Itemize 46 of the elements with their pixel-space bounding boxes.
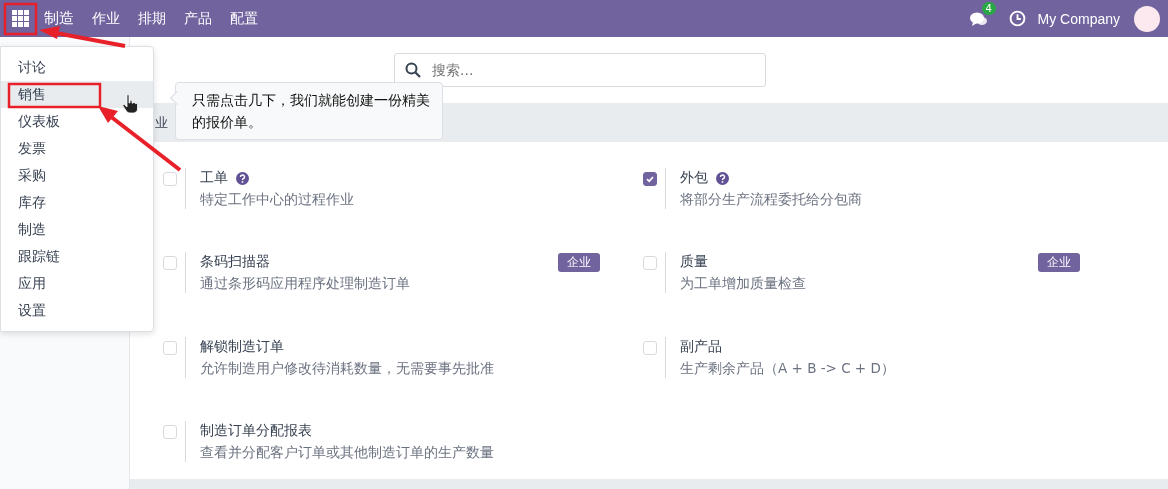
notification-badge: 4 [981, 1, 996, 15]
setting-description: 为工单增加质量检查 [680, 275, 807, 294]
chat-bubbles-icon[interactable] [968, 10, 989, 27]
menu-item[interactable]: 库存 [1, 189, 153, 216]
search-icon [405, 62, 421, 78]
clock-icon[interactable] [1008, 10, 1026, 27]
setting-title: 外包 [680, 169, 708, 187]
setting-description: 将部分生产流程委托给分包商 [680, 191, 863, 209]
menu-item[interactable]: 跟踪链 [1, 243, 153, 270]
setting-description: 生产剩余产品（A + B -> C + D） [680, 359, 896, 378]
setting-title: 工单 [200, 169, 228, 187]
menu-item[interactable]: 仪表板 [1, 108, 153, 135]
menu-item[interactable]: 应用 [1, 270, 153, 297]
menu-item[interactable]: 制造 [1, 216, 153, 243]
setting-title: 质量 [680, 253, 708, 272]
menu-item[interactable]: 发票 [1, 135, 153, 162]
hand-cursor-icon [122, 94, 138, 114]
setting-title: 条码扫描器 [200, 253, 270, 272]
help-icon[interactable] [716, 171, 729, 185]
section-title: 业 [155, 113, 168, 132]
setting-title: 副产品 [680, 337, 722, 356]
setting-description: 允许制造用户修改待消耗数量，无需要事先批准 [200, 359, 495, 378]
company-name[interactable]: My Company [1037, 10, 1120, 27]
tooltip-text: 只需点击几下，我们就能创建一份精美的报价单。 [192, 91, 431, 132]
setting-description: 通过条形码应用程序处理制造订单 [200, 275, 411, 294]
apps-menu-icon[interactable] [12, 9, 30, 28]
setting-title: 制造订单分配报表 [200, 421, 312, 440]
nav-menu-item[interactable]: 作业 [92, 9, 120, 28]
menu-item[interactable]: 设置 [1, 297, 153, 324]
app-name[interactable]: 制造 [44, 9, 74, 28]
menu-item[interactable]: 采购 [1, 162, 153, 189]
nav-menu-item[interactable]: 产品 [184, 9, 212, 28]
help-icon[interactable] [236, 171, 249, 185]
annotation-box [3, 2, 38, 36]
setting-description: 查看并分配客户订单或其他制造订单的生产数量 [200, 443, 495, 462]
checkmark-icon [645, 174, 655, 184]
setting-title: 解锁制造订单 [200, 337, 284, 356]
menu-item[interactable]: 讨论 [1, 54, 153, 81]
checkbox[interactable] [643, 172, 657, 186]
search-field[interactable]: 搜索... [394, 53, 766, 87]
avatar[interactable] [1134, 5, 1160, 32]
nav-menu-item[interactable]: 配置 [230, 9, 258, 28]
enterprise-badge: 企业 [558, 252, 600, 272]
setting-description: 特定工作中心的过程作业 [200, 191, 355, 209]
nav-menu-item[interactable]: 排期 [138, 9, 166, 28]
enterprise-badge: 企业 [1038, 252, 1080, 272]
